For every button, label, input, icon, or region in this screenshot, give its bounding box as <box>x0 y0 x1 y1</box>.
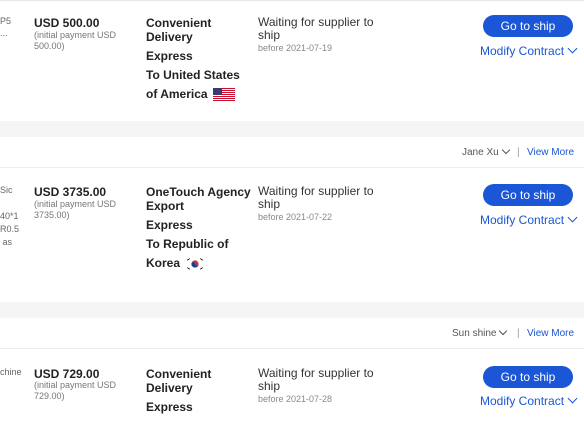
product-snippet: P5 ... <box>0 16 12 38</box>
modify-contract-link[interactable]: Modify Contract <box>480 43 578 58</box>
chevron-down-icon <box>567 393 578 404</box>
kr-flag-icon <box>185 256 206 271</box>
chevron-down-icon <box>567 43 578 54</box>
order-price: USD 500.00 <box>34 16 100 30</box>
shipping-info: Convenient Delivery Express <box>146 367 211 414</box>
chevron-down-icon <box>499 326 508 336</box>
order-header: Jane Xu | View More <box>0 137 584 168</box>
chevron-down-icon <box>501 145 510 155</box>
shipping-method: Express <box>146 49 193 63</box>
destination-line-2: of America <box>146 87 240 102</box>
ship-deadline: before 2021-07-22 <box>258 212 333 222</box>
product-snippet: Sic 40*1 R0.5 as <box>0 185 20 247</box>
section-divider <box>0 302 584 318</box>
order-price: USD 729.00 <box>34 367 100 381</box>
price-note: (initial payment USD 3735.00) <box>34 199 117 220</box>
section-divider <box>0 121 584 137</box>
shipping-info: OneTouch Agency Export Express To Republ… <box>146 185 251 271</box>
order-card: Sic 40*1 R0.5 as USD 3735.00 (initial pa… <box>0 168 584 302</box>
go-to-ship-button[interactable]: Go to ship <box>483 15 573 37</box>
contact-dropdown[interactable]: Sun shine <box>452 326 508 339</box>
us-flag-icon <box>212 88 235 102</box>
ship-deadline: before 2021-07-19 <box>258 43 333 53</box>
order-price: USD 3735.00 <box>34 185 107 199</box>
order-card: P5 ... USD 500.00 (initial payment USD 5… <box>0 1 584 121</box>
order-header: Sun shine | View More <box>0 318 584 349</box>
contact-dropdown[interactable]: Jane Xu <box>462 145 510 158</box>
order-card: chine USD 729.00 (initial payment USD 72… <box>0 349 584 422</box>
view-more-link[interactable]: View More <box>527 147 574 158</box>
destination-line: To United States <box>146 68 240 82</box>
modify-contract-link[interactable]: Modify Contract <box>480 212 578 227</box>
go-to-ship-button[interactable]: Go to ship <box>483 366 573 388</box>
separator: | <box>517 328 520 339</box>
view-more-link[interactable]: View More <box>527 328 574 339</box>
shipping-info: Convenient Delivery Express To United St… <box>146 16 240 102</box>
modify-contract-link[interactable]: Modify Contract <box>480 393 578 408</box>
price-note: (initial payment USD 729.00) <box>34 380 117 401</box>
ship-deadline: before 2021-07-28 <box>258 394 333 404</box>
go-to-ship-button[interactable]: Go to ship <box>483 184 573 206</box>
separator: | <box>517 147 520 158</box>
shipping-company-line: Convenient <box>146 16 212 30</box>
order-status: Waiting for supplier to ship <box>258 366 374 393</box>
shipping-method: Express <box>146 400 193 414</box>
destination-line-2: Korea <box>146 256 251 271</box>
shipping-company-line: Delivery <box>146 381 193 395</box>
price-note: (initial payment USD 500.00) <box>34 30 117 51</box>
shipping-company-line: Delivery <box>146 30 193 44</box>
shipping-method: Express <box>146 218 193 232</box>
shipping-company-line: Convenient <box>146 367 212 381</box>
order-status: Waiting for supplier to ship <box>258 184 374 211</box>
destination-line: To Republic of <box>146 237 229 251</box>
order-status: Waiting for supplier to ship <box>258 15 374 42</box>
chevron-down-icon <box>567 212 578 223</box>
shipping-company-line: Export <box>146 199 185 213</box>
shipping-company-line: OneTouch Agency <box>146 185 251 199</box>
product-snippet: chine <box>0 367 22 377</box>
